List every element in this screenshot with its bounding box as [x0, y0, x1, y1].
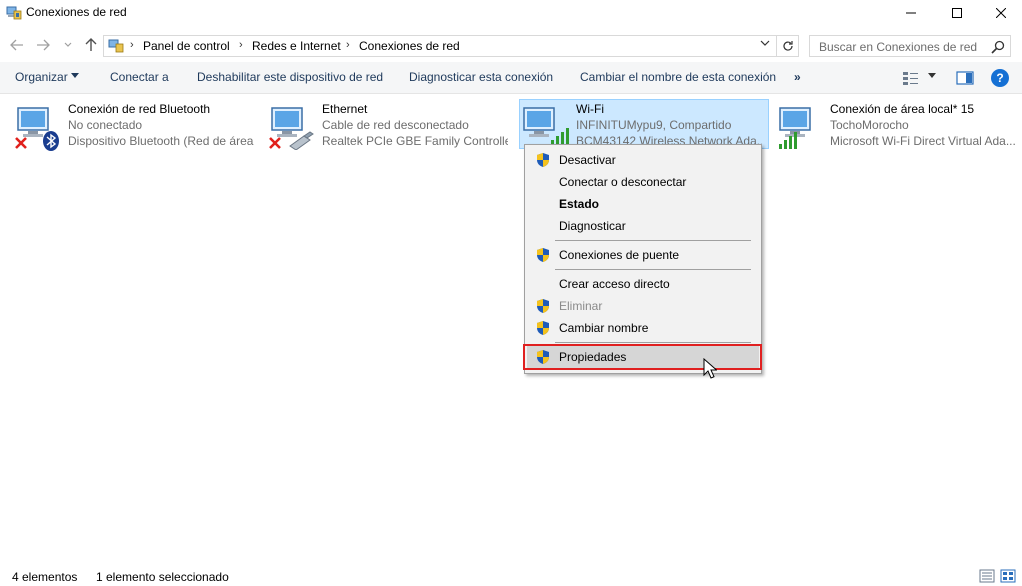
menu-separator	[555, 269, 751, 270]
connection-name: Wi-Fi	[576, 102, 604, 116]
uac-shield-icon	[537, 153, 549, 167]
refresh-button[interactable]	[777, 35, 799, 57]
large-icons-view-icon[interactable]	[1000, 569, 1016, 583]
connection-status: TochoMorocho	[830, 118, 909, 132]
connection-device: Microsoft Wi-Fi Direct Virtual Ada...	[830, 134, 1016, 148]
forward-button[interactable]	[34, 36, 52, 54]
organize-button[interactable]: Organizar	[15, 70, 68, 84]
status-bar: 4 elementos 1 elemento seleccionado	[0, 566, 1022, 586]
bluetooth-icon	[43, 131, 59, 151]
details-view-icon[interactable]	[979, 569, 995, 583]
network-connections-icon	[6, 6, 22, 20]
menu-item-label: Diagnosticar	[559, 219, 626, 233]
menu-item-conectar-o-desconectar[interactable]: Conectar o desconectar	[527, 171, 759, 193]
selection-count: 1 elemento seleccionado	[96, 570, 229, 584]
item-count: 4 elementos	[12, 570, 78, 584]
search-icon	[991, 40, 1005, 54]
menu-item-label: Conectar o desconectar	[559, 175, 687, 189]
signal-strength-icon	[779, 132, 797, 149]
search-box[interactable]: Buscar en Conexiones de red	[809, 35, 1011, 57]
address-bar[interactable]: › Panel de control › Redes e Internet › …	[103, 35, 777, 57]
chevron-down-icon	[760, 40, 770, 46]
menu-item-label: Eliminar	[559, 299, 603, 313]
up-button[interactable]	[82, 36, 100, 54]
menu-item-label: Estado	[559, 197, 600, 211]
connection-item-wifi[interactable]: Wi-Fi INFINITUMypu9, Compartido BCM43142…	[519, 99, 769, 149]
connection-name: Conexión de área local* 15	[830, 102, 975, 116]
connection-name: Conexión de red Bluetooth	[68, 102, 211, 116]
connections-list: Conexión de red Bluetooth No conectado D…	[0, 95, 1022, 565]
connection-device: Realtek PCIe GBE Family Controller	[322, 134, 508, 148]
recent-locations-button[interactable]	[62, 36, 74, 54]
address-row: › Panel de control › Redes e Internet › …	[0, 30, 1022, 60]
minimize-button[interactable]	[888, 0, 934, 26]
connection-item-bluetooth[interactable]: Conexión de red Bluetooth No conectado D…	[0, 100, 254, 151]
menu-item-estado[interactable]: Estado	[527, 193, 759, 215]
close-button[interactable]	[978, 0, 1022, 26]
error-x-icon	[15, 137, 27, 149]
error-x-icon	[269, 137, 281, 149]
arrow-left-icon	[10, 39, 23, 51]
menu-item-label: Crear acceso directo	[559, 277, 670, 291]
menu-item-label: Desactivar	[559, 153, 616, 167]
close-icon	[996, 8, 1006, 18]
menu-item-label: Conexiones de puente	[559, 248, 680, 262]
uac-shield-icon	[537, 321, 549, 335]
ethernet-cable-icon	[289, 131, 314, 150]
menu-item-diagnosticar[interactable]: Diagnosticar	[527, 215, 759, 237]
caret-down-icon	[71, 73, 79, 78]
chevron-down-icon	[64, 42, 72, 47]
signal-strength-icon	[551, 128, 569, 145]
arrow-up-icon	[85, 38, 97, 51]
minimize-icon	[906, 12, 916, 14]
menu-separator	[555, 240, 751, 241]
search-placeholder[interactable]: Buscar en Conexiones de red	[819, 40, 977, 54]
diagnose-connection-button[interactable]: Diagnosticar esta conexión	[409, 70, 553, 84]
highlight-annotation	[523, 344, 762, 370]
more-commands-button[interactable]: »	[794, 70, 801, 84]
preview-pane-icon[interactable]	[956, 70, 974, 86]
view-options-caret-icon[interactable]	[928, 73, 936, 78]
menu-item-conexiones-de-puente[interactable]: Conexiones de puente	[527, 244, 759, 266]
change-view-icon[interactable]	[902, 70, 920, 86]
uac-shield-icon	[537, 299, 549, 313]
menu-item-desactivar[interactable]: Desactivar	[527, 149, 759, 171]
connect-to-button[interactable]: Conectar a	[110, 70, 169, 84]
address-dropdown[interactable]	[760, 39, 770, 50]
command-bar: Organizar Conectar a Deshabilitar este d…	[0, 62, 1022, 94]
breadcrumb-conexiones-de-red[interactable]: Conexiones de red	[359, 39, 460, 53]
menu-item-cambiar-nombre[interactable]: Cambiar nombre	[527, 317, 759, 339]
rename-connection-button[interactable]: Cambiar el nombre de esta conexión	[580, 70, 776, 84]
breadcrumb-redes-e-internet[interactable]: Redes e Internet	[252, 39, 341, 53]
network-connections-icon	[108, 39, 124, 53]
breadcrumb-separator: ›	[239, 39, 243, 51]
mouse-cursor-icon	[703, 358, 717, 379]
menu-item-label: Cambiar nombre	[559, 321, 649, 335]
connection-device: Dispositivo Bluetooth (Red de área...	[68, 134, 254, 148]
menu-item-crear-acceso-directo[interactable]: Crear acceso directo	[527, 273, 759, 295]
maximize-icon	[952, 8, 962, 18]
refresh-icon	[782, 41, 793, 51]
disable-device-button[interactable]: Deshabilitar este dispositivo de red	[197, 70, 383, 84]
breadcrumb-separator: ›	[130, 39, 134, 51]
help-icon[interactable]: ?	[991, 69, 1009, 87]
connection-item-ethernet[interactable]: Ethernet Cable de red desconectado Realt…	[254, 100, 508, 150]
arrow-right-icon	[37, 39, 50, 51]
connection-status: No conectado	[68, 118, 143, 132]
window-title: Conexiones de red	[26, 5, 127, 19]
uac-shield-icon	[537, 248, 549, 262]
title-bar: Conexiones de red	[0, 0, 1022, 26]
back-button[interactable]	[8, 36, 26, 54]
connection-name: Ethernet	[322, 102, 368, 116]
context-menu: Desactivar Conectar o desconectar Estado…	[524, 144, 762, 374]
breadcrumb-separator: ›	[346, 39, 350, 51]
menu-separator	[555, 342, 751, 343]
connection-status: Cable de red desconectado	[322, 118, 469, 132]
connection-status: INFINITUMypu9, Compartido	[576, 118, 732, 132]
breadcrumb-panel-de-control[interactable]: Panel de control	[143, 39, 230, 53]
menu-item-eliminar: Eliminar	[527, 295, 759, 317]
connection-item-local-area-15[interactable]: Conexión de área local* 15 TochoMorocho …	[762, 100, 1022, 150]
maximize-button[interactable]	[934, 0, 980, 26]
